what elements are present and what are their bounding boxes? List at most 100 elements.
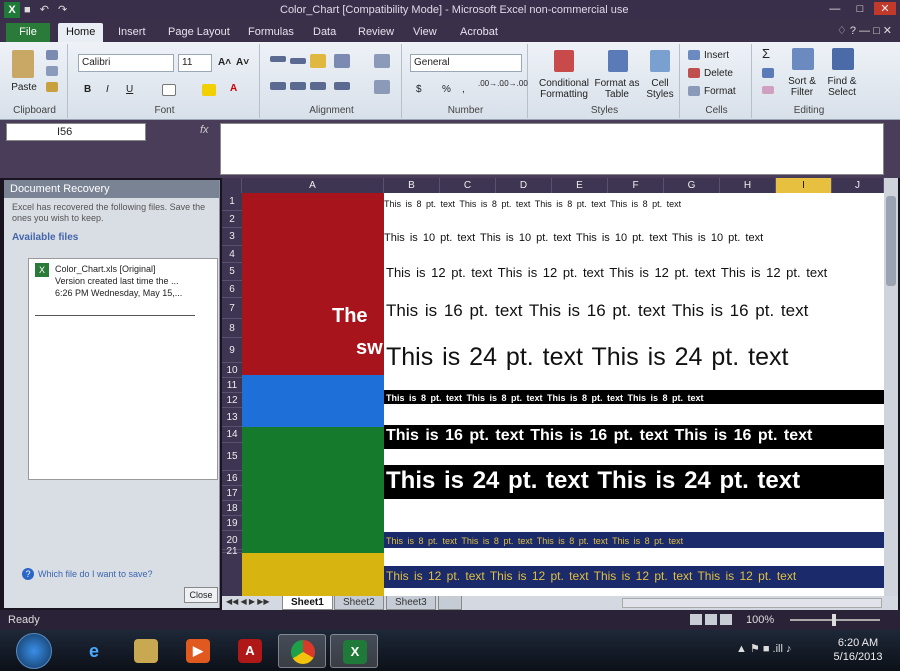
row-header-1[interactable]: 1 [222, 193, 242, 211]
column-header-c[interactable]: C [440, 178, 496, 193]
borders-icon[interactable] [162, 84, 176, 96]
column-header-d[interactable]: D [496, 178, 552, 193]
column-header-f[interactable]: F [608, 178, 664, 193]
row-header-2[interactable]: 2 [222, 211, 242, 228]
find-select-button[interactable]: Find & Select [822, 76, 862, 98]
align-left-icon[interactable] [270, 82, 286, 90]
tab-page-layout[interactable]: Page Layout [160, 23, 238, 42]
tab-file[interactable]: File [6, 23, 50, 42]
tab-formulas[interactable]: Formulas [240, 23, 302, 42]
row-header-11[interactable]: 11 [222, 378, 242, 393]
system-tray[interactable]: ▲ ⚑ ■ .ill ♪ [736, 642, 792, 655]
font-size-select[interactable]: 11 [178, 54, 212, 72]
bold-button[interactable]: B [84, 84, 91, 95]
maximize-button[interactable]: □ [849, 3, 871, 15]
row-header-14[interactable]: 14 [222, 427, 242, 443]
normal-view-icon[interactable] [690, 614, 702, 625]
format-button[interactable]: Format [704, 86, 736, 97]
zoom-level[interactable]: 100% [746, 614, 774, 626]
sheet-tab-2[interactable]: Sheet2 [334, 596, 384, 610]
delete-cells-icon[interactable] [688, 68, 700, 78]
align-middle-icon[interactable] [290, 58, 306, 64]
conditional-formatting-button[interactable]: Conditional Formatting [534, 78, 594, 100]
format-as-table-icon[interactable] [608, 50, 628, 72]
fill-color-icon[interactable] [202, 84, 216, 96]
cell-styles-icon[interactable] [650, 50, 670, 72]
vertical-scroll-thumb[interactable] [886, 196, 896, 286]
cell-area[interactable]: The sw This is 8 pt. text This is 8 pt. … [242, 193, 884, 596]
shrink-font-button[interactable]: A˅ [236, 57, 249, 68]
row-header-8[interactable]: 8 [222, 319, 242, 338]
find-select-icon[interactable] [832, 48, 854, 70]
page-break-view-icon[interactable] [720, 614, 732, 625]
taskbar-explorer[interactable] [122, 634, 170, 668]
row-header-6[interactable]: 6 [222, 281, 242, 298]
column-header-e[interactable]: E [552, 178, 608, 193]
column-header-b[interactable]: B [384, 178, 440, 193]
row-header-10[interactable]: 10 [222, 363, 242, 378]
row-header-4[interactable]: 4 [222, 246, 242, 263]
format-cells-icon[interactable] [688, 86, 700, 96]
font-color-button[interactable]: A [230, 83, 237, 94]
minimize-button[interactable]: — [824, 3, 846, 15]
start-button[interactable] [16, 633, 52, 669]
row-header-17[interactable]: 17 [222, 486, 242, 501]
column-header-h[interactable]: H [720, 178, 776, 193]
row-header-18[interactable]: 18 [222, 501, 242, 516]
row-header-16[interactable]: 16 [222, 471, 242, 486]
tab-acrobat[interactable]: Acrobat [452, 23, 506, 42]
taskbar-excel[interactable]: X [330, 634, 378, 668]
percent-button[interactable]: % [442, 84, 451, 95]
underline-button[interactable]: U [126, 84, 133, 95]
sort-filter-button[interactable]: Sort & Filter [784, 76, 820, 98]
horizontal-scrollbar[interactable] [622, 598, 882, 608]
column-header-a[interactable]: A [242, 178, 384, 193]
select-all-corner[interactable] [222, 178, 242, 193]
row-header-12[interactable]: 12 [222, 393, 242, 408]
format-as-table-button[interactable]: Format as Table [594, 78, 640, 100]
delete-button[interactable]: Delete [704, 68, 733, 79]
tab-view[interactable]: View [405, 23, 445, 42]
recovered-file-item[interactable]: X Color_Chart.xls [Original] Version cre… [35, 263, 211, 299]
row-header-3[interactable]: 3 [222, 228, 242, 246]
wrap-text-icon[interactable] [374, 54, 390, 68]
vertical-scrollbar[interactable] [884, 178, 898, 596]
sheet-nav-arrows[interactable]: ◀◀ ◀ ▶ ▶▶ [226, 597, 270, 606]
sheet-tab-3[interactable]: Sheet3 [386, 596, 436, 610]
row-header-15[interactable]: 15 [222, 443, 242, 471]
align-right-icon[interactable] [310, 82, 326, 90]
cell-styles-button[interactable]: Cell Styles [642, 78, 678, 100]
comma-button[interactable]: , [462, 84, 465, 95]
taskbar-ie[interactable]: e [70, 634, 118, 668]
recovery-close-button[interactable]: Close [184, 587, 218, 603]
paste-icon[interactable] [12, 50, 34, 78]
copy-icon[interactable] [46, 66, 58, 76]
increase-decimal-button[interactable]: .00→.0 [478, 78, 504, 89]
align-center-icon[interactable] [290, 82, 306, 90]
autosum-button[interactable]: Σ [762, 47, 770, 60]
orientation-icon[interactable] [334, 54, 350, 68]
decrease-decimal-button[interactable]: .0→.00 [502, 78, 528, 89]
conditional-formatting-icon[interactable] [554, 50, 574, 72]
insert-function-icon[interactable]: fx [200, 124, 209, 136]
column-header-i[interactable]: I [776, 178, 832, 193]
grow-font-button[interactable]: A˄ [218, 57, 231, 68]
tab-home[interactable]: Home [58, 23, 104, 42]
close-button[interactable]: ✕ [874, 2, 896, 15]
taskbar-media-player[interactable]: ▶ [174, 634, 222, 668]
insert-sheet-icon[interactable] [438, 596, 462, 610]
currency-button[interactable]: $ [416, 84, 422, 95]
column-header-j[interactable]: J [832, 178, 884, 193]
cut-icon[interactable] [46, 50, 58, 60]
save-icon[interactable]: ■ [24, 4, 31, 16]
row-header-5[interactable]: 5 [222, 263, 242, 281]
ribbon-help-controls[interactable]: ♢ ? — □ ✕ [837, 24, 892, 37]
align-top-icon[interactable] [270, 56, 286, 62]
clock[interactable]: 6:20 AM 5/16/2013 [826, 636, 890, 664]
sheet-tab-1[interactable]: Sheet1 [282, 596, 333, 610]
undo-icon[interactable]: ↶ [40, 4, 49, 16]
row-header-21[interactable]: 21 [222, 547, 242, 557]
number-format-select[interactable]: General [410, 54, 522, 72]
paste-button[interactable]: Paste [8, 82, 40, 93]
format-painter-icon[interactable] [46, 82, 58, 92]
